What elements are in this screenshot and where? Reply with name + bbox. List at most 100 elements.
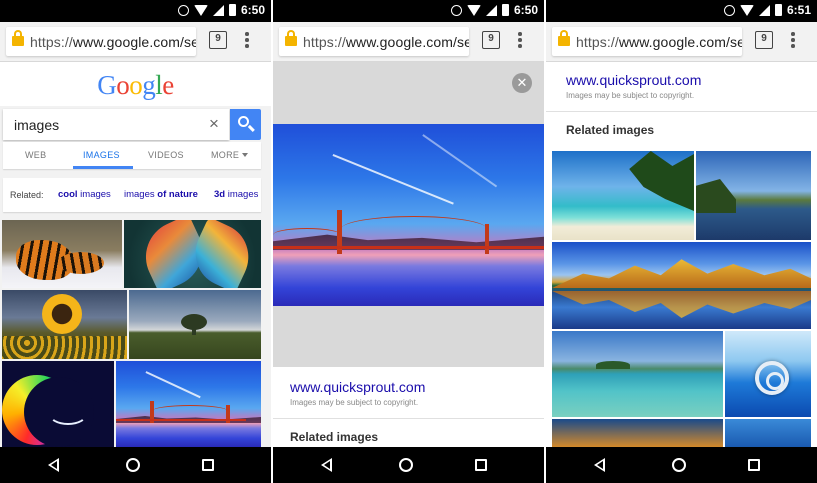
image-result-tree[interactable] xyxy=(129,290,261,359)
lock-icon xyxy=(12,30,24,46)
wifi-icon xyxy=(193,4,208,16)
recents-icon[interactable] xyxy=(202,459,214,471)
url-host: www.google.com/sea xyxy=(345,34,469,50)
tab-more[interactable]: MORE xyxy=(211,150,249,160)
lock-icon xyxy=(558,30,570,46)
alarm-icon xyxy=(450,4,462,16)
clear-icon[interactable]: × xyxy=(209,115,219,133)
close-preview-button[interactable]: ✕ xyxy=(512,73,532,93)
url-host: www.google.com/sea xyxy=(618,34,742,50)
caret-down-icon xyxy=(242,153,249,157)
related-image-island[interactable] xyxy=(552,331,723,417)
screen-image-preview: 6:50 https://www.google.com/sea 9 ✕ www.… xyxy=(273,0,544,483)
search-query[interactable]: images xyxy=(14,117,59,133)
wifi-icon xyxy=(739,4,754,16)
search-icon xyxy=(238,116,249,127)
copyright-notice: Images may be subject to copyright. xyxy=(290,398,419,407)
image-result-parrot[interactable] xyxy=(124,220,261,288)
recents-icon[interactable] xyxy=(748,459,760,471)
signal-icon xyxy=(212,4,224,16)
battery-icon xyxy=(774,4,782,16)
android-nav-bar xyxy=(0,447,271,483)
image-result-golden-gate[interactable] xyxy=(116,361,261,447)
source-domain-link[interactable]: www.quicksprout.com xyxy=(566,72,701,88)
browser-toolbar: https://www.google.com/sea 9 xyxy=(273,22,544,62)
browser-toolbar: https://www.google.com/sea 9 xyxy=(546,22,817,62)
signal-icon xyxy=(758,4,770,16)
preview-image-golden-gate[interactable] xyxy=(273,124,544,306)
status-bar: 6:51 xyxy=(546,0,817,22)
tab-more-label: MORE xyxy=(211,150,240,160)
related-searches: Related: cool images images of nature 3d… xyxy=(3,178,261,212)
overflow-menu-icon[interactable] xyxy=(518,32,522,50)
address-bar[interactable]: https://www.google.com/sea xyxy=(552,27,742,56)
android-nav-bar xyxy=(273,447,544,483)
url-host: www.google.com/sea xyxy=(72,34,196,50)
preview-caption: www.quicksprout.com Images may be subjec… xyxy=(273,367,544,447)
search-button[interactable] xyxy=(230,109,261,140)
overflow-menu-icon[interactable] xyxy=(791,32,795,50)
tab-videos[interactable]: VIDEOS xyxy=(148,150,184,160)
search-input[interactable]: images × xyxy=(3,109,229,140)
copyright-notice: Images may be subject to copyright. xyxy=(566,91,695,100)
tab-switcher-button[interactable]: 9 xyxy=(755,31,773,49)
back-icon[interactable] xyxy=(48,458,59,472)
alarm-icon xyxy=(177,4,189,16)
screen-related-images: 6:51 https://www.google.com/sea 9 www.qu… xyxy=(546,0,817,483)
back-icon[interactable] xyxy=(321,458,332,472)
active-tab-indicator xyxy=(73,166,133,169)
back-icon[interactable] xyxy=(594,458,605,472)
home-icon[interactable] xyxy=(399,458,413,472)
wifi-icon xyxy=(466,4,481,16)
address-bar[interactable]: https://www.google.com/sea xyxy=(279,27,469,56)
related-image-mountains[interactable] xyxy=(552,242,811,329)
image-result-sunflower[interactable] xyxy=(2,290,127,359)
status-bar: 6:50 xyxy=(0,0,271,22)
related-image-splash[interactable] xyxy=(725,331,811,417)
related-chip-3d-images[interactable]: 3d images xyxy=(214,189,258,200)
tab-switcher-button[interactable]: 9 xyxy=(482,31,500,49)
url-scheme: https:// xyxy=(30,34,73,50)
signal-icon xyxy=(485,4,497,16)
url-text[interactable]: https://www.google.com/sea xyxy=(30,34,196,50)
divider xyxy=(273,418,544,419)
browser-toolbar: https://www.google.com/sea 9 xyxy=(0,22,271,62)
image-result-tiger[interactable] xyxy=(2,220,122,288)
status-clock: 6:50 xyxy=(513,3,538,17)
related-image-beach[interactable] xyxy=(552,151,694,240)
related-chip-images-of-nature[interactable]: images of nature xyxy=(124,189,198,200)
home-icon[interactable] xyxy=(672,458,686,472)
status-clock: 6:51 xyxy=(786,3,811,17)
source-domain-link[interactable]: www.quicksprout.com xyxy=(290,379,425,395)
related-label: Related: xyxy=(10,190,44,200)
related-image-partial[interactable] xyxy=(725,419,811,447)
divider xyxy=(546,111,817,112)
address-bar[interactable]: https://www.google.com/sea xyxy=(6,27,196,56)
image-result-abstract[interactable] xyxy=(2,361,114,447)
android-nav-bar xyxy=(546,447,817,483)
url-text[interactable]: https://www.google.com/sea xyxy=(576,34,742,50)
search-tabs: WEB IMAGES VIDEOS MORE xyxy=(3,142,261,169)
battery-icon xyxy=(228,4,236,16)
battery-icon xyxy=(501,4,509,16)
google-logo[interactable]: Google xyxy=(0,70,271,101)
related-image-lake[interactable] xyxy=(696,151,811,240)
related-image-partial[interactable] xyxy=(552,419,723,447)
status-clock: 6:50 xyxy=(240,3,265,17)
related-chip-cool-images[interactable]: cool images xyxy=(58,189,111,200)
tab-switcher-button[interactable]: 9 xyxy=(209,31,227,49)
tab-images[interactable]: IMAGES xyxy=(83,150,120,160)
related-images-heading: Related images xyxy=(290,430,379,444)
status-bar: 6:50 xyxy=(273,0,544,22)
alarm-icon xyxy=(723,4,735,16)
screen-search-results: 6:50 https://www.google.com/sea 9 Google… xyxy=(0,0,271,483)
related-images-heading: Related images xyxy=(566,123,655,137)
url-scheme: https:// xyxy=(303,34,346,50)
tab-web[interactable]: WEB xyxy=(25,150,46,160)
overflow-menu-icon[interactable] xyxy=(245,32,249,50)
url-scheme: https:// xyxy=(576,34,619,50)
recents-icon[interactable] xyxy=(475,459,487,471)
home-icon[interactable] xyxy=(126,458,140,472)
lock-icon xyxy=(285,30,297,46)
url-text[interactable]: https://www.google.com/sea xyxy=(303,34,469,50)
